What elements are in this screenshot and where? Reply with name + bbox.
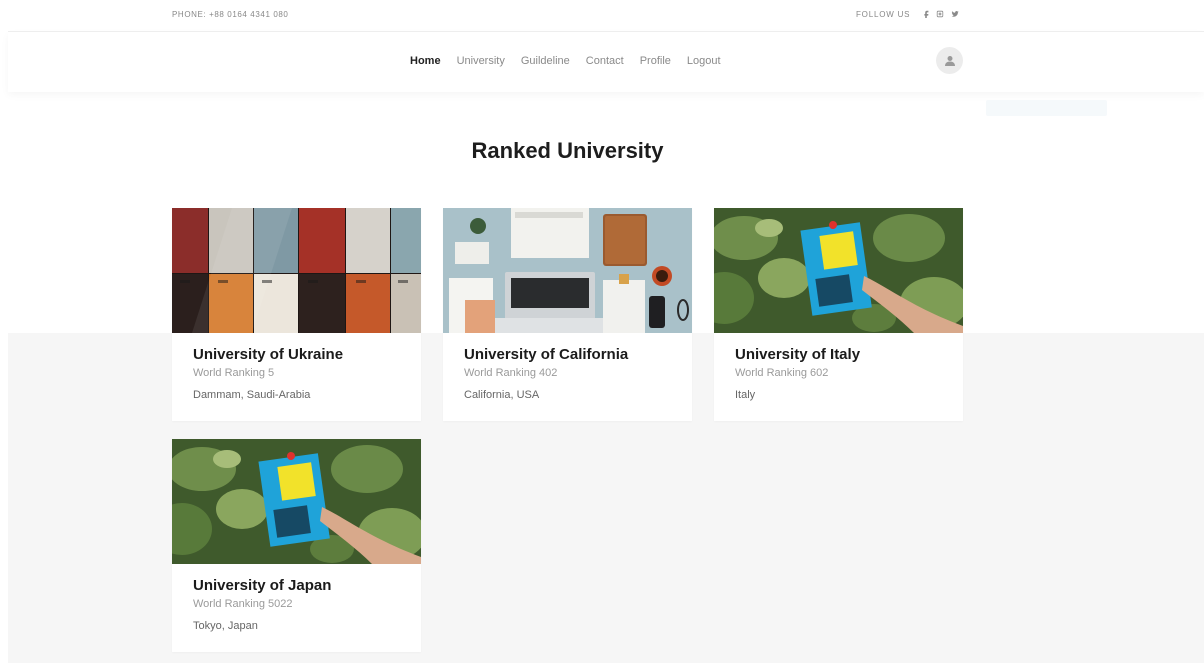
university-name: University of Italy — [735, 346, 861, 363]
university-name: University of California — [464, 346, 629, 363]
facebook-icon[interactable] — [920, 8, 932, 20]
nav-contact[interactable]: Contact — [586, 54, 624, 68]
university-name: University of Japan — [193, 577, 332, 594]
lockers-photo — [172, 208, 421, 333]
world-ranking: World Ranking 602 — [735, 367, 829, 379]
main-navbar: Home University Guildeline Contact Profi… — [8, 32, 1204, 92]
user-avatar[interactable] — [936, 47, 963, 74]
world-ranking: World Ranking 402 — [464, 367, 558, 379]
world-ranking: World Ranking 5 — [193, 367, 275, 379]
university-card[interactable]: University of Japan World Ranking 5022 T… — [172, 439, 421, 652]
twitter-icon[interactable] — [949, 8, 961, 20]
faded-chip — [986, 100, 1107, 116]
follow-us-label: FOLLOW US — [856, 10, 911, 19]
nav-profile[interactable]: Profile — [640, 54, 671, 68]
nav-logout[interactable]: Logout — [687, 54, 721, 68]
university-card[interactable]: University of Italy World Ranking 602 It… — [714, 208, 963, 421]
nav-guideline[interactable]: Guildeline — [521, 54, 570, 68]
university-location: Italy — [735, 389, 756, 401]
university-location: Dammam, Saudi-Arabia — [193, 389, 311, 401]
user-icon — [944, 55, 955, 66]
fluent-city-book-photo — [172, 439, 421, 564]
page-title: Ranked University — [471, 138, 664, 163]
university-location: Tokyo, Japan — [193, 620, 258, 632]
fluent-city-book-photo — [714, 208, 963, 333]
top-bar: PHONE: +88 0164 4341 080 FOLLOW US — [8, 0, 1204, 32]
university-location: California, USA — [464, 389, 540, 401]
university-card[interactable]: University of California World Ranking 4… — [443, 208, 692, 421]
nav-links: Home University Guildeline Contact Profi… — [410, 54, 737, 68]
nav-home[interactable]: Home — [410, 54, 441, 68]
university-name: University of Ukraine — [193, 346, 344, 363]
world-ranking: World Ranking 5022 — [193, 598, 293, 610]
desk-laptop-photo — [443, 208, 692, 333]
university-card[interactable]: University of Ukraine World Ranking 5 Da… — [172, 208, 421, 421]
phone-number: PHONE: +88 0164 4341 080 — [172, 10, 289, 19]
instagram-icon[interactable] — [934, 8, 946, 20]
nav-university[interactable]: University — [457, 54, 505, 68]
